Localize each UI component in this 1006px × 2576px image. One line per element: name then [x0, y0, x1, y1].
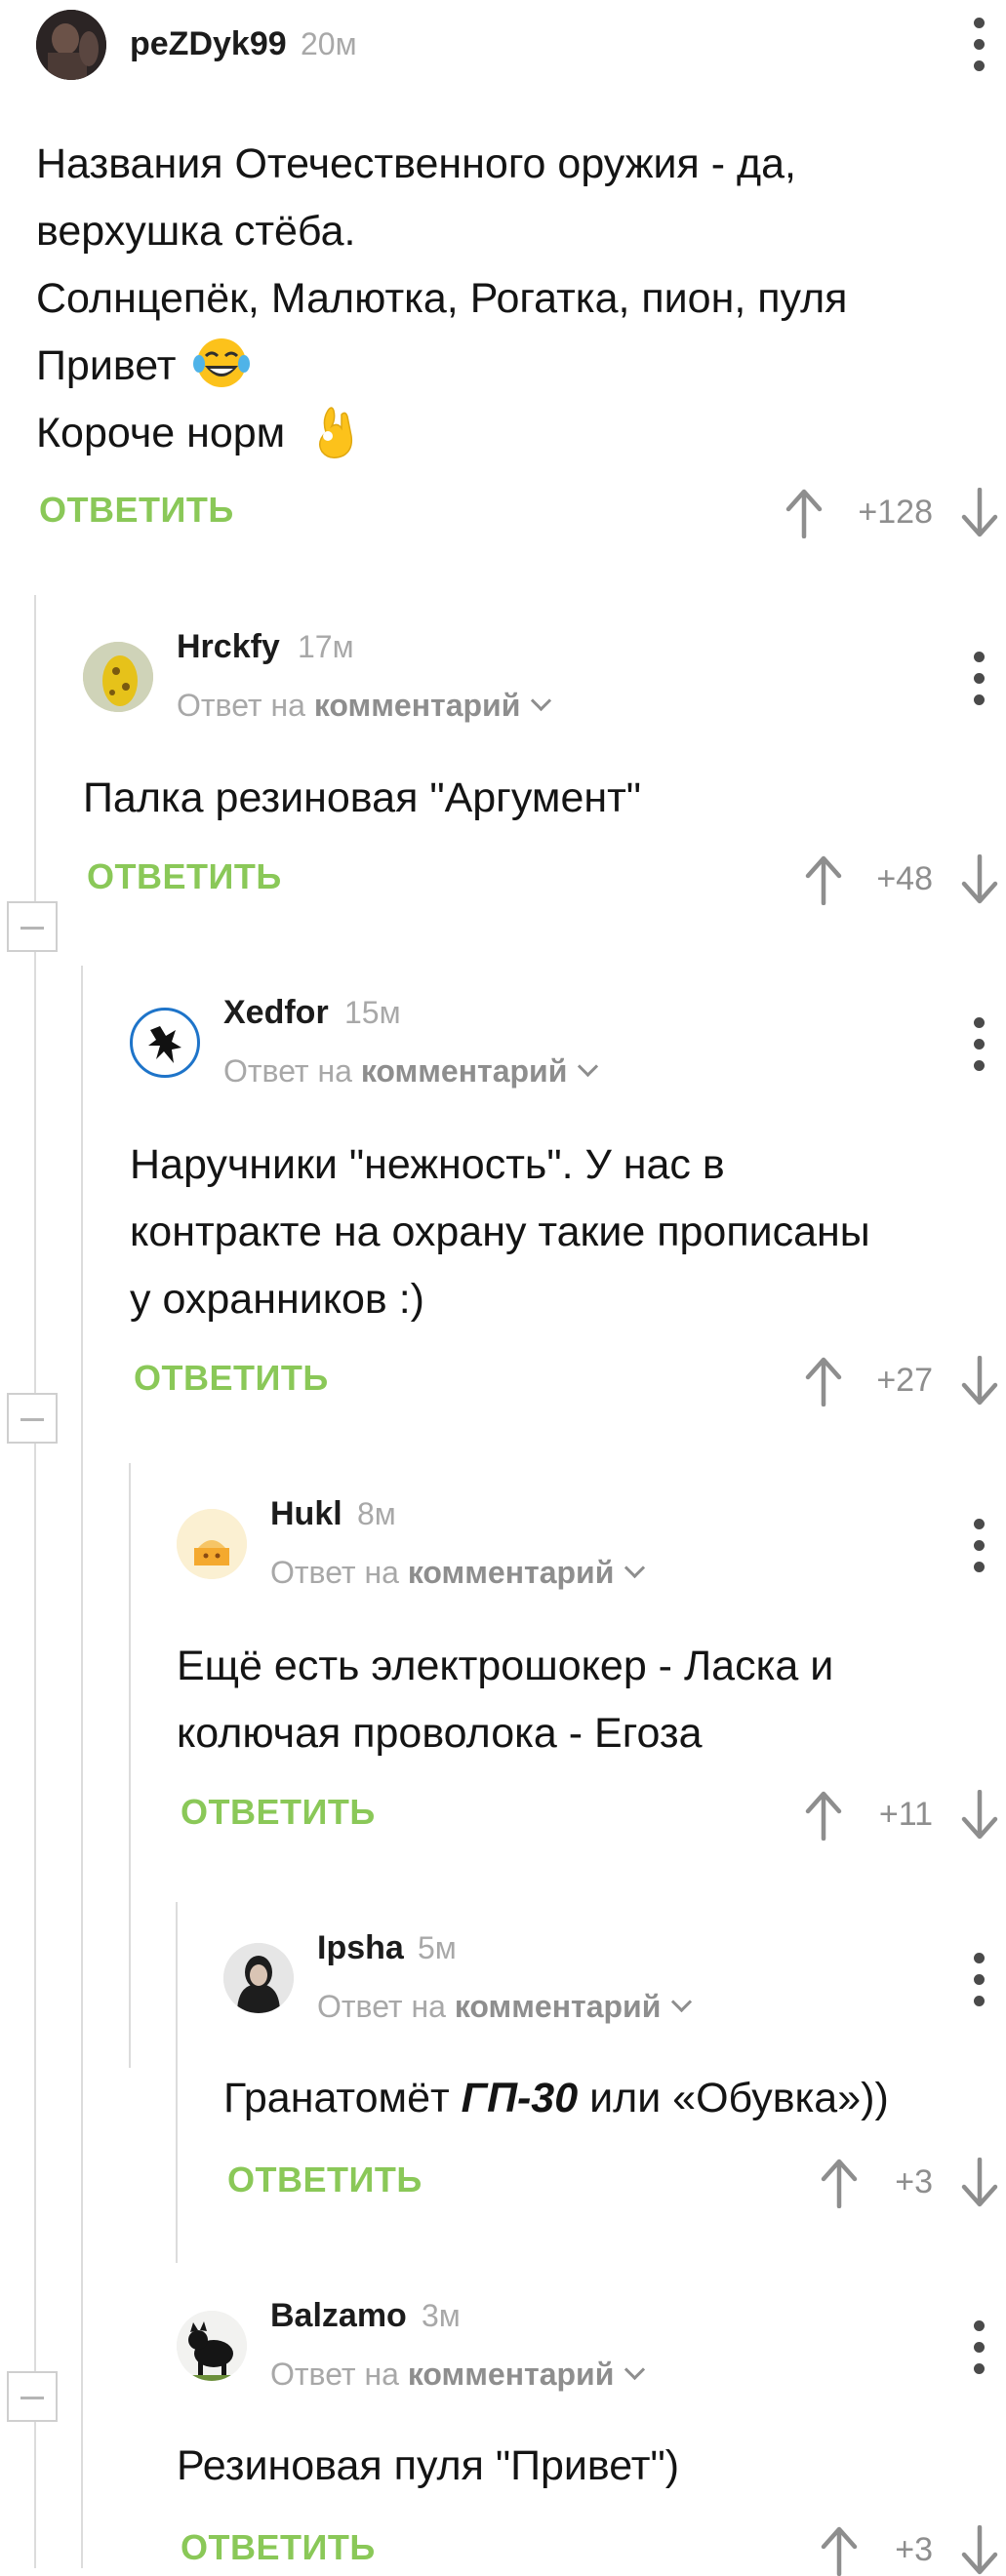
comment-text: Гранатомёт ГП-30 или «Обувка»)) — [223, 2075, 889, 2121]
reply-button[interactable]: ОТВЕТИТЬ — [39, 490, 234, 531]
comment-time: 15м — [344, 995, 401, 1030]
collapse-thread-icon[interactable] — [7, 2371, 58, 2422]
username[interactable]: Xedfor — [223, 994, 329, 1032]
arrow-down-icon[interactable] — [960, 2158, 999, 2208]
arrow-down-icon[interactable] — [960, 854, 999, 905]
arrow-down-icon[interactable] — [960, 488, 999, 538]
collapse-thread-icon[interactable] — [7, 1393, 58, 1444]
username[interactable]: Hukl — [270, 1495, 342, 1533]
kebab-menu-icon[interactable] — [974, 1519, 986, 1573]
arrow-down-icon[interactable] — [960, 1790, 999, 1841]
laughing-tears-emoji — [193, 337, 251, 387]
chevron-down-icon — [578, 1055, 599, 1078]
username[interactable]: Ipsha — [317, 1929, 404, 1967]
reply-to-link[interactable]: Ответ на комментарий — [317, 1989, 693, 2025]
comment-time: 5м — [418, 1930, 457, 1965]
arrow-down-icon[interactable] — [960, 1356, 999, 1407]
reply-to-link[interactable]: Ответ на комментарий — [223, 1053, 599, 1090]
thread-line-4 — [176, 1902, 178, 2263]
comment-text: Палка резиновая "Аргумент" — [83, 774, 642, 821]
thread-line-2 — [81, 966, 83, 2568]
avatar[interactable] — [177, 1509, 247, 1579]
kebab-menu-icon[interactable] — [974, 18, 986, 72]
reply-button[interactable]: ОТВЕТИТЬ — [227, 2160, 423, 2200]
thread-line-3 — [129, 1463, 131, 2068]
reply-button[interactable]: ОТВЕТИТЬ — [181, 1792, 376, 1833]
reply-button[interactable]: ОТВЕТИТЬ — [181, 2527, 376, 2568]
avatar[interactable] — [223, 1943, 294, 2013]
rating-count: +3 — [895, 2163, 933, 2200]
reply-to-link[interactable]: Ответ на комментарий — [177, 688, 552, 724]
reply-button[interactable]: ОТВЕТИТЬ — [134, 1358, 329, 1399]
collapse-thread-icon[interactable] — [7, 901, 58, 952]
ok-hand-emoji — [319, 406, 353, 458]
arrow-up-icon[interactable] — [785, 488, 824, 538]
chevron-down-icon — [531, 690, 552, 712]
rating-count: +48 — [876, 860, 933, 897]
rating-count: +128 — [858, 494, 933, 531]
comment-time: 17м — [298, 629, 354, 664]
avatar[interactable] — [177, 2311, 247, 2381]
thread-line-1 — [34, 595, 36, 2568]
comment-text: Ещё есть электрошокер - Ласка и колючая … — [177, 1643, 834, 1757]
kebab-menu-icon[interactable] — [974, 1017, 986, 1072]
rating-count: +11 — [878, 1796, 933, 1833]
avatar[interactable] — [83, 642, 153, 712]
kebab-menu-icon[interactable] — [974, 1953, 986, 2007]
username[interactable]: Hrckfy — [177, 628, 280, 666]
comment-text: Резиновая пуля "Привет") — [177, 2442, 680, 2489]
comment-time: 8м — [357, 1496, 396, 1531]
comment-text: Наручники "нежность". У нас в контракте … — [130, 1141, 870, 1323]
rating-count: +27 — [876, 1362, 933, 1399]
avatar[interactable] — [130, 1008, 200, 1078]
avatar[interactable] — [36, 10, 106, 80]
comment-text: Названия Отечественного оружия - да, вер… — [36, 131, 983, 467]
arrow-down-icon[interactable] — [960, 2525, 999, 2576]
kebab-menu-icon[interactable] — [974, 652, 986, 706]
chevron-down-icon — [624, 1557, 646, 1579]
comment-time: 20м — [301, 26, 357, 61]
reply-button[interactable]: ОТВЕТИТЬ — [87, 856, 282, 897]
chevron-down-icon — [671, 1991, 693, 2013]
chevron-down-icon — [624, 2358, 646, 2381]
comment-time: 3м — [422, 2298, 461, 2333]
kebab-menu-icon[interactable] — [974, 2320, 986, 2375]
username[interactable]: Balzamo — [270, 2297, 407, 2335]
reply-to-link[interactable]: Ответ на комментарий — [270, 2357, 646, 2393]
username[interactable]: peZDyk99 — [130, 25, 287, 63]
reply-to-link[interactable]: Ответ на комментарий — [270, 1555, 646, 1591]
rating-count: +3 — [895, 2531, 933, 2568]
